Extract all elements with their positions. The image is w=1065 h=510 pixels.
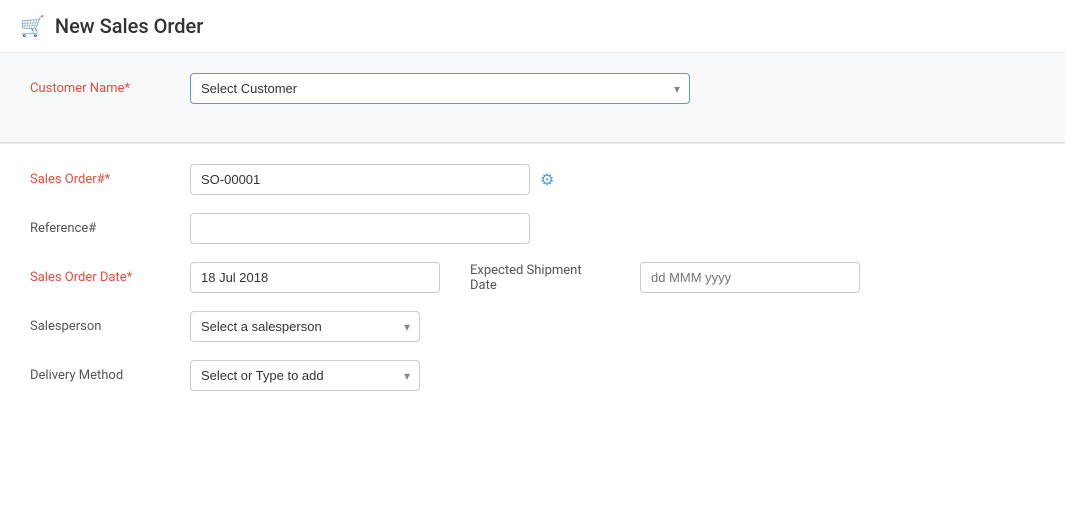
customer-select-wrapper: Select Customer ▾ [190,73,690,104]
reference-input[interactable] [190,213,530,244]
customer-name-label: Customer Name* [30,81,190,96]
shipment-label-line1: Expected Shipment [470,263,630,278]
cart-icon: 🛒 [20,14,45,38]
page-header: 🛒 New Sales Order [0,0,1065,53]
sales-order-date-input[interactable] [190,262,440,293]
delivery-method-select[interactable]: Select or Type to add [190,360,420,391]
gear-icon: ⚙ [540,172,554,189]
customer-select[interactable]: Select Customer [190,73,690,104]
expected-shipment-input[interactable] [640,262,860,293]
sales-order-date-label: Sales Order Date* [30,270,190,285]
salesperson-select-wrapper: Select a salesperson ▾ [190,311,420,342]
delivery-method-label: Delivery Method [30,368,190,383]
expected-shipment-label: Expected Shipment Date [470,263,630,293]
page-title: 🛒 New Sales Order [20,14,203,38]
date-row: Sales Order Date* Expected Shipment Date [30,262,1035,293]
customer-section: Customer Name* Select Customer ▾ [0,53,1065,143]
salesperson-row: Salesperson Select a salesperson ▾ [30,311,1035,342]
customer-name-row: Customer Name* Select Customer ▾ [30,73,1035,104]
reference-row: Reference# [30,213,1035,244]
sales-order-row: Sales Order#* ⚙ [30,164,1035,195]
sales-order-label: Sales Order#* [30,172,190,187]
gear-button[interactable]: ⚙ [540,170,554,190]
salesperson-label: Salesperson [30,319,190,334]
reference-label: Reference# [30,221,190,236]
salesperson-select[interactable]: Select a salesperson [190,311,420,342]
delivery-select-wrapper: Select or Type to add ▾ [190,360,420,391]
title-text: New Sales Order [55,14,203,38]
main-form-section: Sales Order#* ⚙ Reference# Sales Order D… [0,144,1065,429]
sales-order-input[interactable] [190,164,530,195]
delivery-method-row: Delivery Method Select or Type to add ▾ [30,360,1035,391]
shipment-label-line2: Date [470,278,630,293]
